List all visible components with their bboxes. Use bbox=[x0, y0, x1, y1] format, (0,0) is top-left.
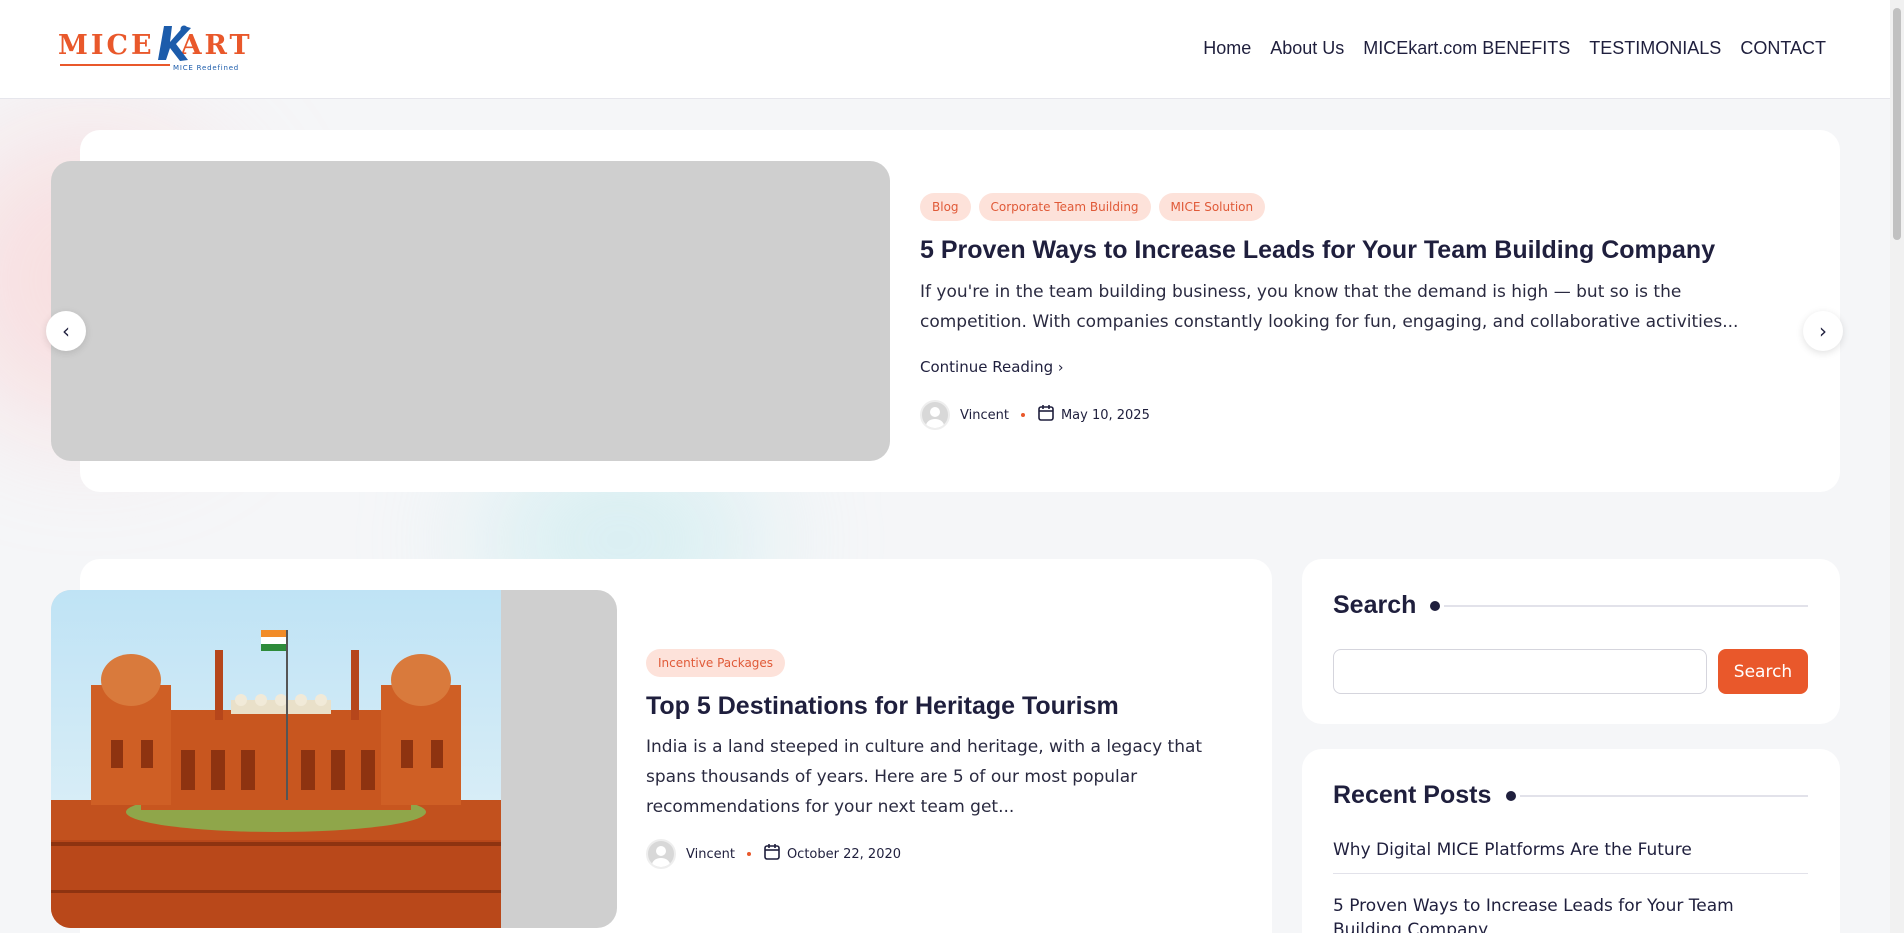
red-fort-image bbox=[51, 590, 501, 928]
logo-tagline: MICE Redefined bbox=[173, 64, 240, 72]
widget-title-line bbox=[1444, 605, 1808, 607]
page-scrollbar[interactable] bbox=[1890, 0, 1904, 933]
site-header: MICE ART MICE Redefined Home About Us MIC… bbox=[0, 0, 1890, 99]
slider-prev-button[interactable]: ‹ bbox=[46, 311, 86, 351]
featured-excerpt: If you're in the team building business,… bbox=[920, 282, 1739, 332]
site-logo[interactable]: MICE ART MICE Redefined bbox=[58, 24, 258, 74]
slider-next-button[interactable]: › bbox=[1803, 311, 1843, 351]
scrollbar-thumb[interactable] bbox=[1893, 8, 1901, 240]
recent-post-divider bbox=[1333, 873, 1808, 874]
post-date: May 10, 2025 bbox=[1060, 407, 1150, 423]
nav-home[interactable]: Home bbox=[1203, 38, 1251, 59]
featured-title[interactable]: 5 Proven Ways to Increase Leads for Your… bbox=[920, 236, 1715, 265]
chevron-right-icon: › bbox=[1819, 319, 1827, 343]
recent-posts-title: Recent Posts bbox=[1333, 781, 1492, 809]
author-avatar bbox=[920, 400, 950, 430]
post-tags: Incentive Packages bbox=[646, 649, 786, 677]
nav-testimonials[interactable]: TESTIMONIALS bbox=[1589, 38, 1721, 59]
featured-meta: Vincent May 10, 2025 bbox=[920, 400, 1150, 430]
recent-post-link[interactable]: Why Digital MICE Platforms Are the Futur… bbox=[1333, 838, 1808, 862]
nav-benefits[interactable]: MICEkart.com BENEFITS bbox=[1363, 38, 1570, 59]
author-name[interactable]: Vincent bbox=[960, 408, 1009, 423]
logo-text: MICE ART bbox=[58, 30, 253, 61]
author-name[interactable]: Vincent bbox=[686, 847, 735, 862]
post-image[interactable] bbox=[51, 590, 617, 928]
widget-title-dot bbox=[1506, 791, 1516, 801]
search-input[interactable] bbox=[1333, 649, 1707, 694]
featured-tags: Blog Corporate Team Building MICE Soluti… bbox=[920, 193, 1266, 221]
chevron-right-icon: › bbox=[1057, 360, 1064, 376]
post-date: October 22, 2020 bbox=[786, 846, 902, 862]
post-title[interactable]: Top 5 Destinations for Heritage Tourism bbox=[646, 692, 1119, 721]
tag-blog[interactable]: Blog bbox=[920, 193, 971, 221]
recent-post-link[interactable]: 5 Proven Ways to Increase Leads for Your… bbox=[1333, 894, 1808, 933]
tag-incentive-packages[interactable]: Incentive Packages bbox=[646, 649, 786, 677]
main-nav: Home About Us MICEkart.com BENEFITS TEST… bbox=[1203, 38, 1826, 59]
logo-k-icon bbox=[158, 24, 192, 69]
author-avatar bbox=[646, 839, 676, 869]
logo-underline bbox=[60, 64, 170, 66]
continue-reading-link[interactable]: Continue Reading › bbox=[920, 358, 1064, 376]
tag-mice-solution[interactable]: MICE Solution bbox=[1158, 193, 1266, 221]
calendar-icon bbox=[763, 843, 781, 865]
meta-separator bbox=[1020, 413, 1025, 417]
chevron-left-icon: ‹ bbox=[62, 319, 70, 343]
nav-contact[interactable]: CONTACT bbox=[1740, 38, 1826, 59]
post-excerpt: India is a land steeped in culture and h… bbox=[646, 737, 1203, 817]
tag-corporate-team-building[interactable]: Corporate Team Building bbox=[978, 193, 1151, 221]
nav-about-us[interactable]: About Us bbox=[1270, 38, 1344, 59]
search-widget bbox=[1302, 559, 1840, 724]
calendar-icon bbox=[1037, 404, 1055, 426]
widget-title-line bbox=[1520, 795, 1808, 797]
post-meta: Vincent October 22, 2020 bbox=[646, 839, 901, 869]
meta-separator bbox=[746, 852, 751, 856]
search-widget-title: Search bbox=[1333, 591, 1417, 619]
featured-image-placeholder[interactable] bbox=[51, 161, 890, 461]
widget-title-dot bbox=[1430, 601, 1440, 611]
search-button[interactable]: Search bbox=[1718, 649, 1808, 694]
